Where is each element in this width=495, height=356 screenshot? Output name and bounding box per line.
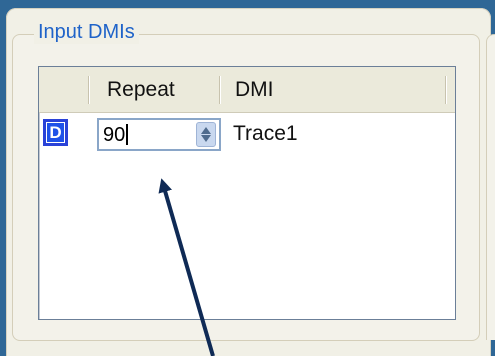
dmi-grid[interactable]: Repeat DMI D 90 Trace1 xyxy=(38,66,456,320)
repeat-input[interactable]: 90 xyxy=(97,118,221,151)
row-indicator[interactable]: D xyxy=(43,119,68,146)
grid-header: Repeat DMI xyxy=(39,67,455,113)
header-separator xyxy=(445,76,446,104)
spinner-icon[interactable] xyxy=(196,122,216,147)
repeat-value[interactable]: 90 xyxy=(103,123,129,147)
table-row[interactable]: D 90 Trace1 xyxy=(39,112,455,156)
chevron-up-icon[interactable] xyxy=(201,127,211,134)
header-separator xyxy=(219,76,220,104)
row-header-column xyxy=(45,67,89,112)
dmi-column-header[interactable]: DMI xyxy=(235,67,445,112)
repeat-column-header[interactable]: Repeat xyxy=(107,67,221,112)
adjacent-group-edge xyxy=(486,34,495,340)
row-indicator-label: D xyxy=(47,123,64,142)
chevron-down-icon[interactable] xyxy=(201,135,211,142)
group-title: Input DMIs xyxy=(34,20,139,44)
text-cursor xyxy=(126,124,129,145)
header-separator xyxy=(88,76,89,104)
dmi-name-cell[interactable]: Trace1 xyxy=(233,122,298,146)
